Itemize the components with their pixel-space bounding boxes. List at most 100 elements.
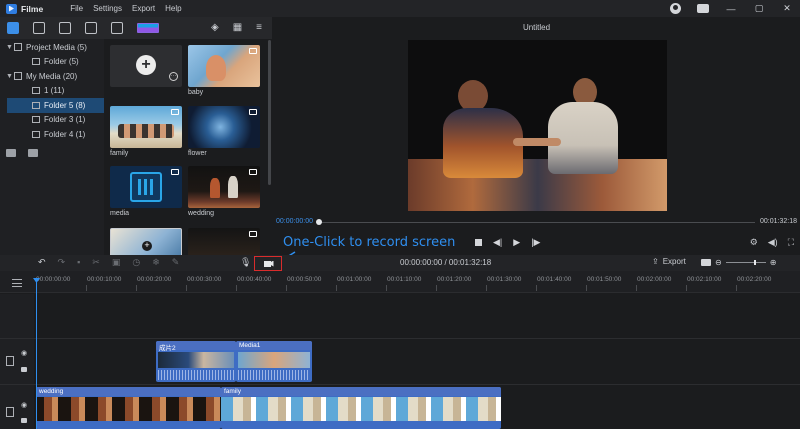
- visibility-eye-icon[interactable]: ◉: [21, 401, 27, 409]
- track-divider: [0, 384, 800, 385]
- record-screen-button[interactable]: [254, 256, 282, 271]
- folder-icon: [32, 87, 40, 95]
- holding-hands: [513, 138, 561, 146]
- undo-icon[interactable]: ↶: [38, 257, 46, 268]
- timeline-ruler[interactable]: 00:00:00:00 00:00:10:00 00:00:20:00 00:0…: [0, 271, 800, 293]
- redo-icon[interactable]: ↷: [58, 257, 66, 268]
- tree-item-my-media[interactable]: ▼ My Media (20): [0, 69, 104, 84]
- media-thumb-flower[interactable]: [188, 106, 260, 148]
- maximize-button[interactable]: ▢: [752, 2, 766, 15]
- edit-icon[interactable]: ✎: [172, 257, 180, 268]
- image-badge-icon: [249, 231, 257, 237]
- track-header-main: ◉: [0, 385, 34, 429]
- stop-button[interactable]: [475, 239, 482, 246]
- layers-icon[interactable]: ◈: [211, 22, 219, 33]
- minimize-button[interactable]: —: [724, 2, 738, 15]
- menu-export[interactable]: Export: [132, 4, 155, 13]
- window-controls: — ▢ ✕: [668, 2, 794, 15]
- tree-item-label: Folder 4 (1): [44, 129, 86, 139]
- account-button[interactable]: [668, 2, 682, 15]
- video-preview[interactable]: [408, 40, 667, 211]
- tree-item-folder-3[interactable]: Folder 3 (1): [0, 113, 104, 128]
- zoom-out-icon[interactable]: ⊖: [715, 258, 722, 267]
- ruler-label: 00:00:30:00: [187, 276, 222, 283]
- grid-view-icon[interactable]: ▦: [233, 22, 242, 33]
- media-label: media: [110, 210, 130, 217]
- zoom-slider[interactable]: [725, 260, 766, 265]
- delete-folder-icon[interactable]: [28, 149, 38, 157]
- menu-help[interactable]: Help: [165, 4, 181, 13]
- timeline-clip-main-a[interactable]: wedding: [36, 387, 221, 429]
- ruler-tick: [386, 285, 387, 291]
- folder-icon: [32, 130, 40, 138]
- media-label: flower: [188, 150, 207, 157]
- template-icon[interactable]: [137, 23, 159, 33]
- media-scrollbar[interactable]: [268, 40, 271, 185]
- timeline-timecode: 00:00:00:00 / 00:01:32:18: [400, 258, 492, 267]
- tree-item-1[interactable]: 1 (11): [0, 84, 104, 99]
- record-screen-callout: One-Click to record screen: [283, 235, 456, 250]
- expand-arrow-icon[interactable]: ▼: [6, 44, 14, 51]
- media-thumb-video-1[interactable]: +: [110, 228, 182, 255]
- fullscreen-icon[interactable]: ⛶: [788, 237, 794, 248]
- tree-item-folder[interactable]: Folder (5): [0, 55, 104, 70]
- crop-icon[interactable]: ▣: [112, 257, 121, 268]
- seek-bar[interactable]: [319, 222, 755, 223]
- more-options-icon[interactable]: ···: [169, 72, 178, 81]
- media-toolbar-right: ◈ ▦ ≡: [211, 22, 262, 33]
- lock-icon[interactable]: [21, 418, 27, 423]
- transition-icon[interactable]: [59, 22, 71, 34]
- fit-timeline-icon[interactable]: [701, 259, 711, 266]
- lock-icon[interactable]: [21, 367, 27, 372]
- timeline-clip-overlay-a[interactable]: 成片2: [156, 341, 236, 382]
- ruler-tick: [86, 285, 87, 291]
- ruler-tick: [286, 285, 287, 291]
- add-to-timeline-icon[interactable]: +: [142, 241, 152, 251]
- delete-icon[interactable]: ▪: [77, 257, 80, 268]
- timeline-clip-overlay-b[interactable]: Media1: [236, 341, 312, 382]
- message-button[interactable]: [696, 2, 710, 15]
- audio-icon[interactable]: [33, 22, 45, 34]
- tree-item-folder-5[interactable]: Folder 5 (8): [7, 98, 104, 113]
- tree-item-project-media[interactable]: ▼ Project Media (5): [0, 40, 104, 55]
- visibility-eye-icon[interactable]: ◉: [21, 349, 27, 357]
- media-thumb-media[interactable]: [110, 166, 182, 208]
- tree-item-folder-4[interactable]: Folder 4 (1): [0, 127, 104, 142]
- preview-panel: Untitled 00:00:00:00 00:01:32:18 ◀| ▶ |▶…: [273, 17, 800, 255]
- media-icon[interactable]: [7, 22, 19, 34]
- media-thumb-video-2[interactable]: [188, 228, 260, 255]
- next-frame-button[interactable]: |▶: [531, 237, 540, 248]
- track-menu-icon[interactable]: [12, 279, 22, 287]
- media-thumb-family[interactable]: [110, 106, 182, 148]
- expand-arrow-icon[interactable]: ▼: [6, 73, 14, 80]
- menu-file[interactable]: File: [70, 4, 83, 13]
- previous-frame-button[interactable]: ◀|: [493, 237, 502, 248]
- seek-handle[interactable]: [316, 219, 322, 225]
- new-folder-icon[interactable]: [6, 149, 16, 157]
- play-button[interactable]: ▶: [513, 237, 520, 248]
- import-media-button[interactable]: + ···: [110, 45, 182, 87]
- menu-settings[interactable]: Settings: [93, 4, 122, 13]
- export-button[interactable]: ⇪ Export: [652, 257, 686, 266]
- timeline-clip-main-b[interactable]: family: [221, 387, 501, 429]
- freeze-icon[interactable]: ❄: [152, 257, 160, 268]
- media-thumb-wedding[interactable]: [188, 166, 260, 208]
- settings-gear-icon[interactable]: ⚙: [750, 237, 758, 248]
- tree-item-label: Folder 5 (8): [44, 100, 86, 110]
- grid-icon: [14, 72, 22, 81]
- zoom-in-icon[interactable]: ⊕: [770, 258, 777, 267]
- ruler-tick: [436, 285, 437, 291]
- voiceover-mic-icon[interactable]: 🎙: [240, 257, 251, 268]
- filter-icon[interactable]: [111, 22, 123, 34]
- close-button[interactable]: ✕: [780, 2, 794, 15]
- speed-icon[interactable]: ◷: [132, 257, 140, 268]
- menu-icon[interactable]: ≡: [256, 22, 262, 33]
- ruler-tick: [636, 285, 637, 291]
- media-thumb-baby[interactable]: [188, 45, 260, 87]
- clip-frames: [221, 397, 501, 421]
- text-icon[interactable]: [85, 22, 97, 34]
- timeline-playhead[interactable]: [36, 280, 37, 429]
- clip-header: [221, 387, 501, 396]
- split-icon[interactable]: ✂: [92, 257, 100, 268]
- volume-icon[interactable]: ◀): [768, 237, 778, 248]
